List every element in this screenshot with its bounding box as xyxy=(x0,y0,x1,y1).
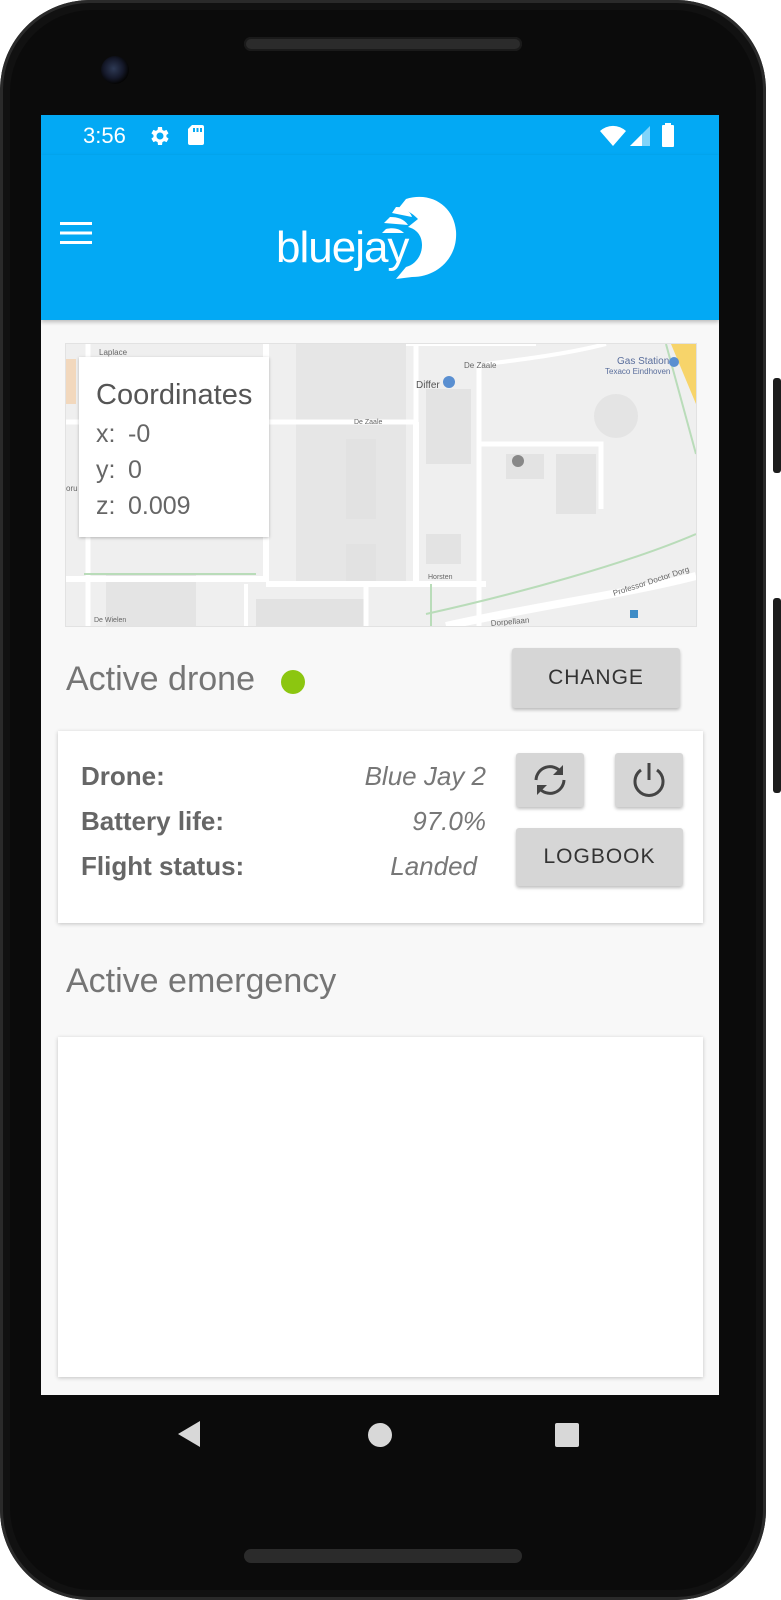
logo-wordmark: bluejay xyxy=(276,223,409,272)
drone-status-indicator xyxy=(281,670,305,694)
sd-card-icon xyxy=(188,125,204,145)
map-label: De Zaale xyxy=(464,361,497,370)
coordinate-z-value: 0.009 xyxy=(128,492,191,520)
front-camera xyxy=(101,56,129,84)
coordinate-y: y: 0 xyxy=(96,456,142,485)
system-nav-bar xyxy=(41,1395,719,1472)
map-label: Laplace xyxy=(99,348,128,357)
volume-button xyxy=(773,378,781,473)
coordinate-x: x: -0 xyxy=(96,420,150,449)
active-drone-heading: Active drone xyxy=(66,660,255,698)
app-screen: 3:56 bluejay Laplace De Zaale Differ De … xyxy=(41,115,719,1472)
map-pin-icon xyxy=(512,455,524,467)
battery-value: 97.0% xyxy=(412,806,486,836)
map-label: Texaco Eindhoven xyxy=(605,367,670,376)
flight-status-label: Flight status: xyxy=(81,851,245,881)
top-speaker xyxy=(244,37,522,51)
refresh-button[interactable] xyxy=(516,753,584,807)
bottom-speaker xyxy=(244,1549,522,1563)
coordinates-card: Coordinates x: -0 y: 0 z: 0.009 xyxy=(79,357,269,537)
refresh-icon xyxy=(534,765,566,795)
hamburger-menu-icon[interactable] xyxy=(59,220,93,246)
coordinate-z: z: 0.009 xyxy=(96,492,191,521)
drone-info-card: Drone: Blue Jay 2 Battery life: 97.0% Fl… xyxy=(58,731,703,923)
status-bar: 3:56 xyxy=(41,115,719,155)
app-bar: bluejay xyxy=(41,155,719,320)
coordinate-x-value: -0 xyxy=(128,420,151,448)
flight-status-value: Landed xyxy=(390,851,477,881)
map-pin-icon xyxy=(630,610,638,618)
map-label: Gas Station xyxy=(617,356,669,367)
map-pin-icon xyxy=(443,376,455,388)
power-button[interactable] xyxy=(615,753,683,807)
back-icon[interactable] xyxy=(176,1420,202,1448)
coordinate-z-label: z: xyxy=(96,492,116,520)
map-pin-icon xyxy=(669,357,679,367)
recents-icon[interactable] xyxy=(554,1422,580,1448)
wifi-icon xyxy=(600,125,626,146)
map-label: De Wielen xyxy=(94,617,126,624)
drone-value: Blue Jay 2 xyxy=(364,761,486,791)
coordinate-y-value: 0 xyxy=(128,456,142,484)
coordinates-title: Coordinates xyxy=(96,379,253,411)
active-emergency-heading: Active emergency xyxy=(66,962,337,1000)
power-icon xyxy=(633,763,665,797)
map-label: oru xyxy=(66,484,78,493)
power-side-button xyxy=(773,598,781,793)
status-time: 3:56 xyxy=(83,123,126,148)
coordinate-y-label: y: xyxy=(96,456,116,484)
map-label: Differ xyxy=(416,380,440,391)
battery-label: Battery life: xyxy=(81,806,225,836)
change-button[interactable]: CHANGE xyxy=(512,648,680,708)
emergency-card xyxy=(58,1037,703,1377)
coordinate-x-label: x: xyxy=(96,420,116,448)
map-label: Horsten xyxy=(428,574,453,581)
map-label: De Zaale xyxy=(354,419,383,426)
drone-label: Drone: xyxy=(81,761,165,791)
home-icon[interactable] xyxy=(367,1422,393,1448)
signal-icon xyxy=(630,126,650,146)
battery-icon xyxy=(662,123,674,147)
logbook-button[interactable]: LOGBOOK xyxy=(516,828,683,886)
gear-icon xyxy=(151,127,169,145)
